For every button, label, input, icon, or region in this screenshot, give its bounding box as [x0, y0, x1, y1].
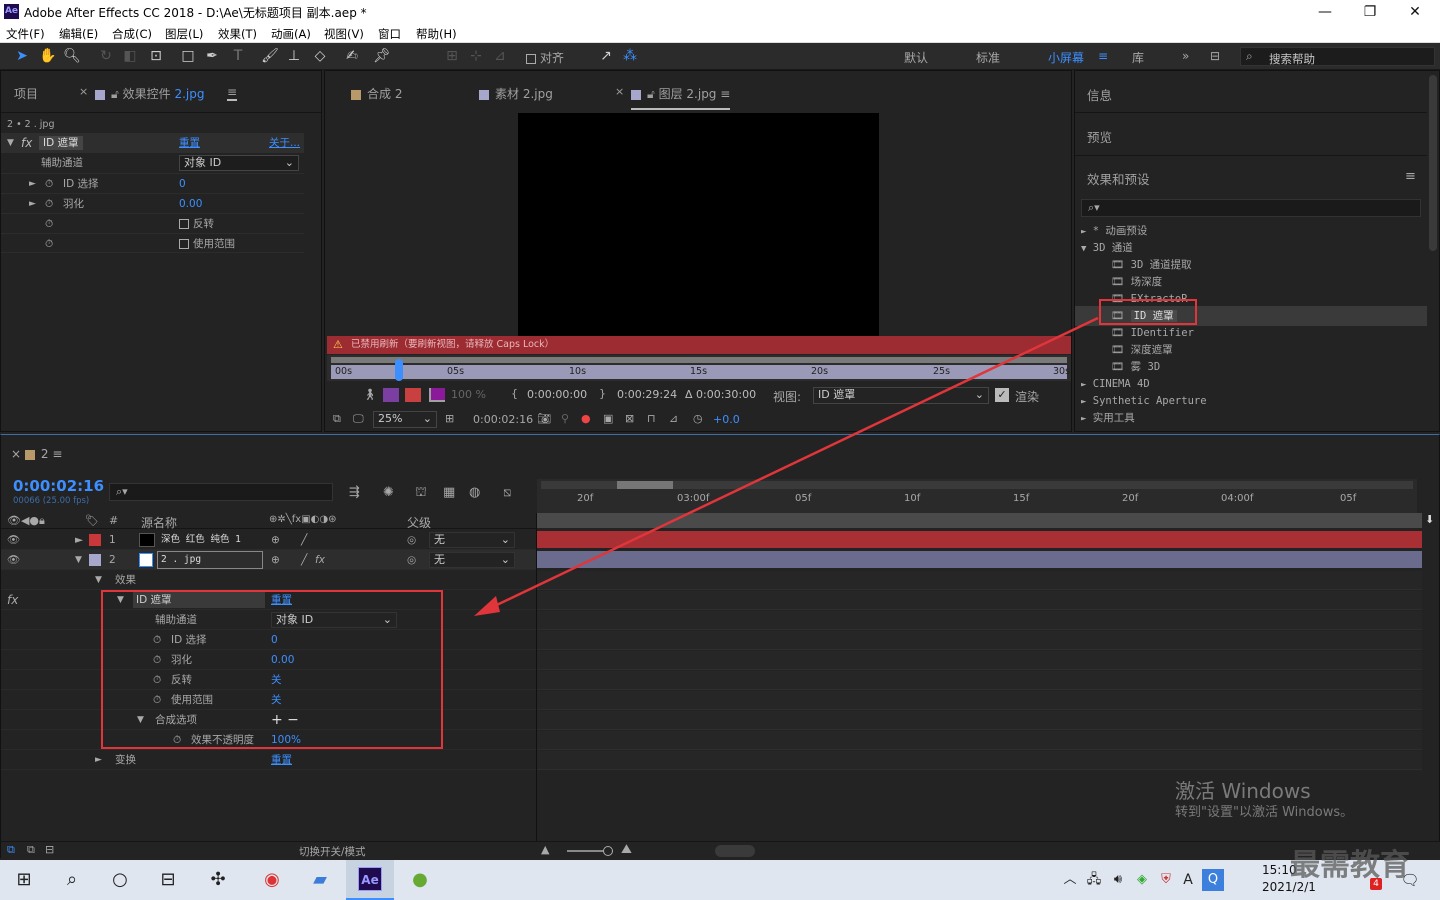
task-view-icon[interactable]: ⊟ — [154, 866, 182, 894]
search-icon[interactable]: ⌕ — [58, 866, 86, 894]
ae-app-icon: Ae — [358, 867, 382, 891]
brand-watermark: 最需教育 — [1290, 848, 1410, 883]
windows-start-icon[interactable]: ⊞ — [10, 866, 38, 894]
qq-icon[interactable]: Q — [1202, 869, 1224, 891]
after-effects-task-button[interactable]: Ae — [346, 860, 394, 900]
annotation-arrow-line — [481, 316, 1099, 614]
windows-taskbar: ⊞ ⌕ ○ ⊟ ✣ ◉ ▰ Ae ● ︿ 🖧︎ 🔊︎ ◈ ⛨ A Q 15:10… — [0, 848, 1440, 900]
chrome-icon[interactable]: ◉ — [258, 866, 286, 894]
notification-badge: 4 — [1370, 878, 1382, 890]
cortana-icon[interactable]: ○ — [106, 866, 134, 894]
notifications-icon[interactable]: 🗨︎ — [1396, 866, 1424, 894]
pinwheel-app-icon[interactable]: ✣ — [204, 866, 232, 894]
annotation-arrow-head — [474, 596, 500, 616]
input-method-indicator[interactable]: A — [1174, 866, 1202, 894]
paint-app-icon[interactable]: ▰ — [306, 866, 334, 894]
green-app-icon[interactable]: ● — [406, 866, 434, 894]
annotation-arrow — [474, 316, 1099, 616]
